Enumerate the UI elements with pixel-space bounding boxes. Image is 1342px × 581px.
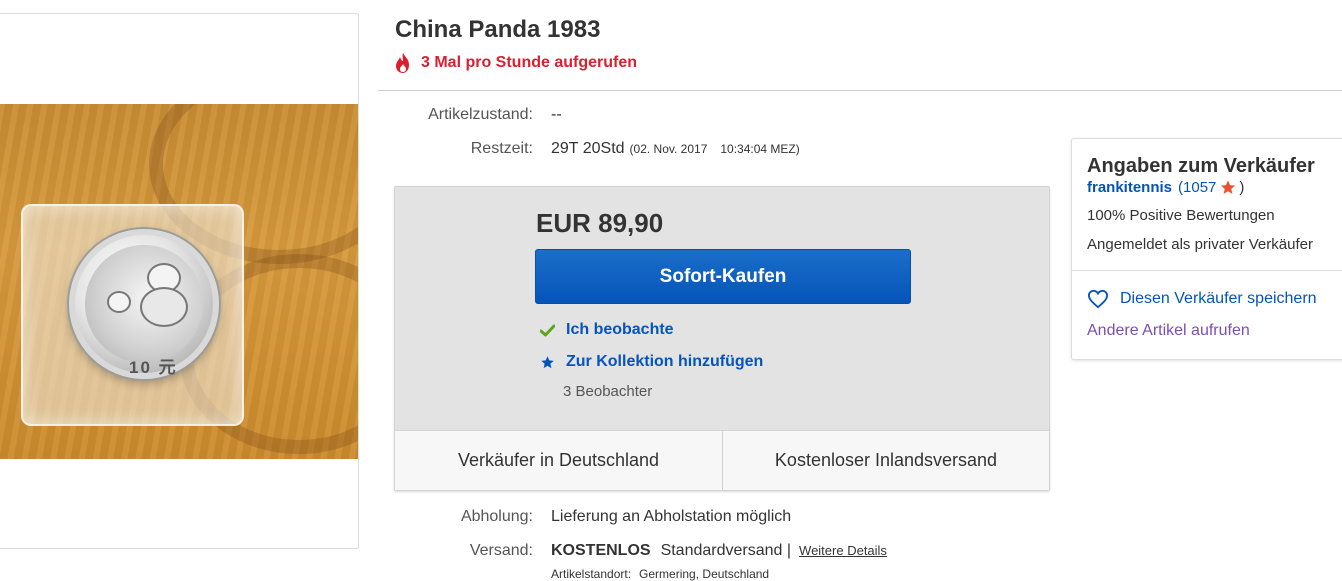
watch-action[interactable]: Ich beobachte <box>538 321 674 339</box>
product-photo[interactable]: 10 元 <box>0 104 358 459</box>
seller-name-link[interactable]: frankitennis <box>1087 179 1172 196</box>
item-price: EUR 89,90 <box>536 208 664 238</box>
location-row: Artikelstandort: Germering, Deutschland <box>551 567 769 581</box>
time-left-row: Restzeit: 29T 20Std (02. Nov. 2017 10:34… <box>386 140 800 158</box>
positive-feedback: 100% Positive Bewertungen <box>1087 207 1275 224</box>
pickup-row: Abholung: Lieferung an Abholstation mögl… <box>386 508 791 526</box>
trending-indicator: 3 Mal pro Stunde aufgerufen <box>393 52 637 74</box>
fire-icon <box>396 53 409 73</box>
end-date: (02. Nov. 2017 <box>629 142 708 156</box>
seller-feedback-line: frankitennis ( 1057 ) <box>1087 179 1244 196</box>
pickup-value: Lieferung an Abholstation möglich <box>551 508 792 525</box>
condition-row: Artikelzustand: -- <box>386 106 562 124</box>
star-icon <box>538 354 556 370</box>
shipping-free: KOSTENLOS <box>551 542 651 559</box>
time-left-value: 29T 20Std <box>551 140 625 157</box>
feedback-close: ) <box>1239 179 1245 196</box>
coin-denomination: 10 元 <box>129 358 178 377</box>
watching-link[interactable]: Ich beobachte <box>566 321 674 339</box>
buy-box: EUR 89,90 Sofort-Kaufen Ich beobachte Zu… <box>394 186 1050 491</box>
trending-text: 3 Mal pro Stunde aufgerufen <box>421 54 638 71</box>
seller-divider <box>1072 270 1342 271</box>
condition-value: -- <box>551 106 562 123</box>
panda-cub <box>107 291 131 313</box>
shipping-row: Versand: KOSTENLOS Standardversand | Wei… <box>386 542 887 560</box>
seller-info-box: Angaben zum Verkäufer frankitennis ( 105… <box>1071 138 1342 360</box>
save-seller-link[interactable]: Diesen Verkäufer speichern <box>1120 290 1317 308</box>
location-value: Germering, Deutschland <box>639 567 770 581</box>
heart-icon <box>1087 289 1109 309</box>
shipping-label: Versand: <box>469 542 533 559</box>
buy-now-button[interactable]: Sofort-Kaufen <box>535 249 911 304</box>
panda-body <box>140 287 188 327</box>
free-shipping-note: Kostenloser Inlandsversand <box>774 450 998 470</box>
seller-location: Verkäufer in Deutschland <box>395 431 723 490</box>
panda-coin: 10 元 <box>69 229 219 379</box>
item-title: China Panda 1983 <box>395 16 601 43</box>
buy-box-info-row: Verkäufer in Deutschland Kostenloser Inl… <box>395 430 1049 490</box>
pickup-label: Abholung: <box>460 508 533 525</box>
product-image-panel[interactable]: 10 元 <box>0 13 359 549</box>
end-time: 10:34:04 MEZ) <box>720 142 800 156</box>
location-label: Artikelstandort: <box>551 567 632 581</box>
other-items-link[interactable]: Andere Artikel aufrufen <box>1087 322 1250 340</box>
more-details-link[interactable]: Weitere Details <box>799 543 887 558</box>
title-divider <box>378 90 1342 91</box>
condition-label: Artikelzustand: <box>428 106 533 123</box>
registered-as: Angemeldet als privater Verkäufer <box>1087 236 1313 253</box>
save-seller-action[interactable]: Diesen Verkäufer speichern <box>1087 289 1317 309</box>
check-icon <box>538 322 556 338</box>
add-collection-link[interactable]: Zur Kollektion hinzufügen <box>566 353 763 371</box>
time-left-label: Restzeit: <box>470 140 533 157</box>
watchers-count: 3 Beobachter <box>563 383 653 400</box>
feedback-score-link[interactable]: 1057 <box>1183 179 1216 196</box>
shipping-method: Standardversand | <box>660 542 792 559</box>
star-icon <box>1221 180 1236 194</box>
seller-heading: Angaben zum Verkäufer <box>1087 155 1315 177</box>
coin-face: 10 元 <box>85 245 203 377</box>
add-collection-action[interactable]: Zur Kollektion hinzufügen <box>538 353 763 371</box>
